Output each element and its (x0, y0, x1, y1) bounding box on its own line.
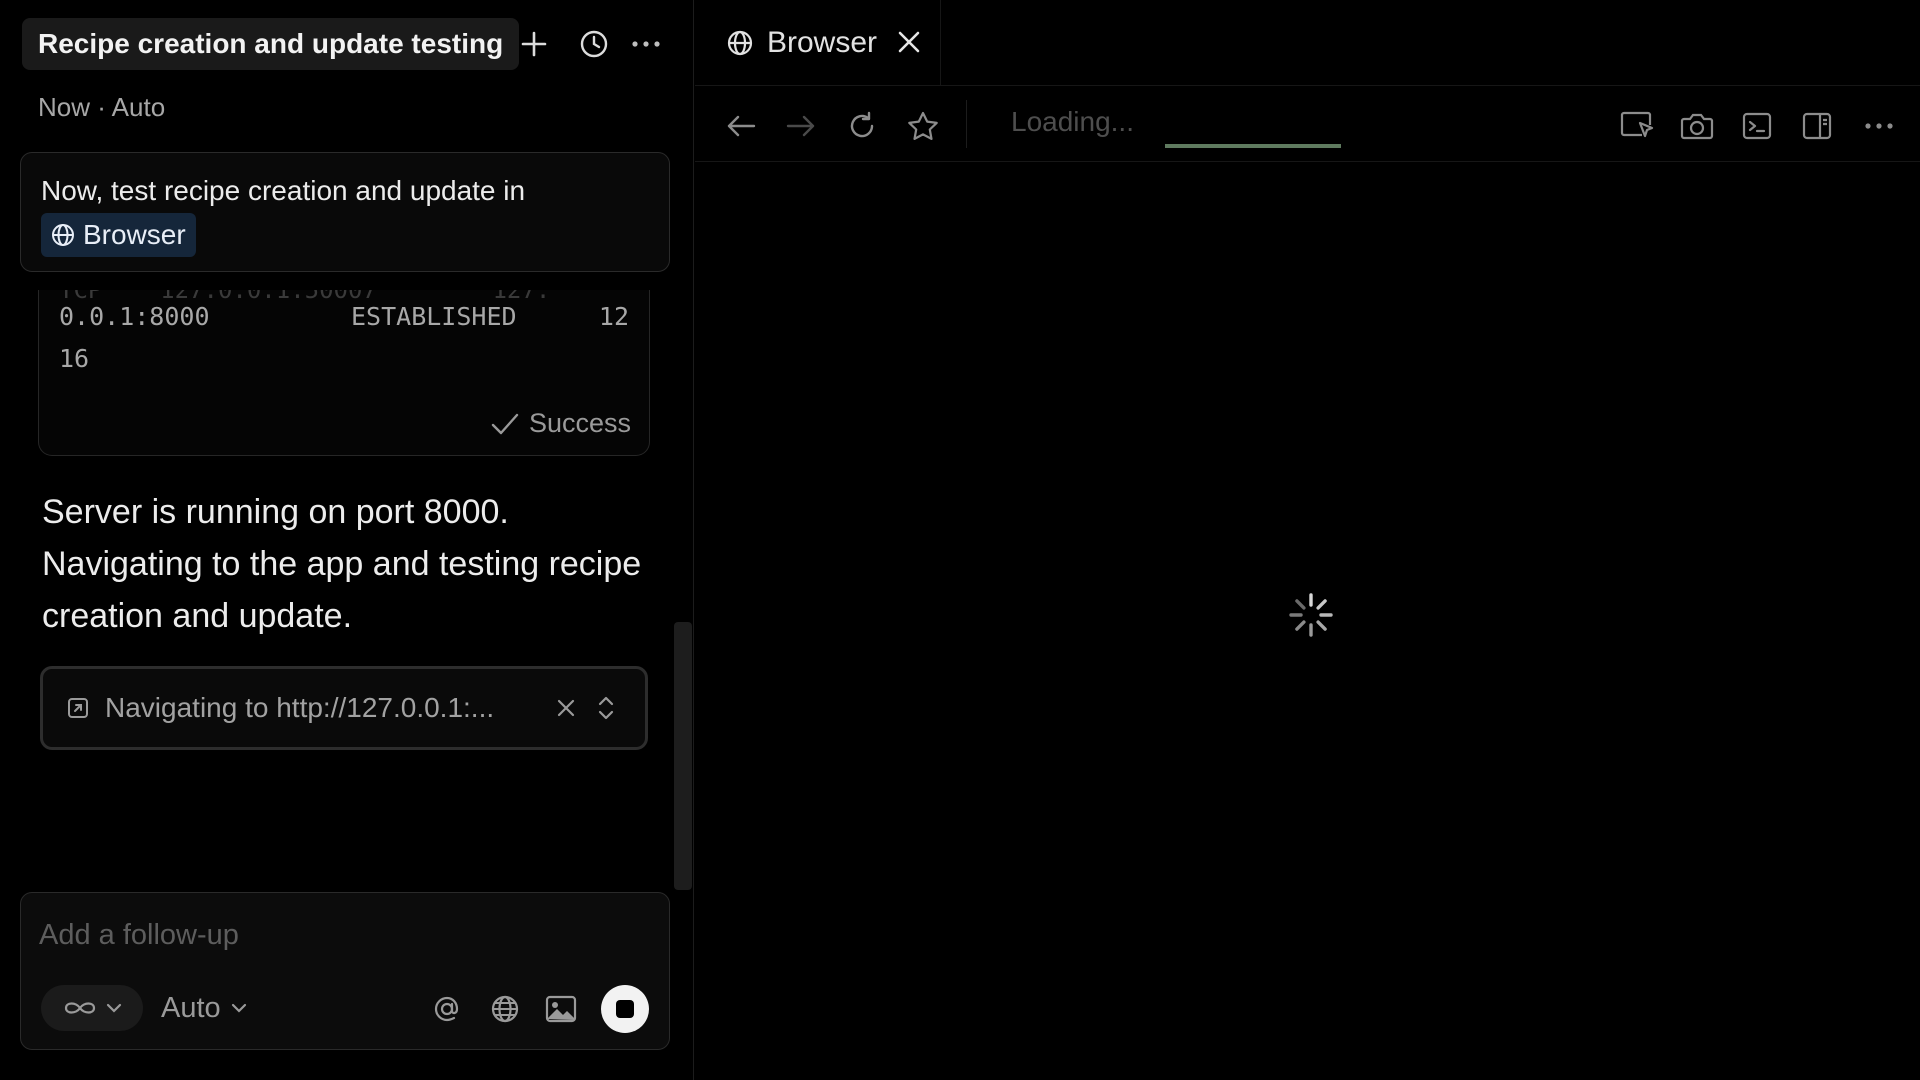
terminal-col-pid: 12 (598, 302, 629, 331)
tool-cancel-button[interactable] (557, 693, 575, 724)
close-tab-button[interactable] (897, 28, 921, 62)
console-button[interactable] (1735, 104, 1779, 148)
reload-button[interactable] (840, 104, 884, 148)
chat-subline: Now · Auto (38, 92, 166, 122)
browser-panel: Browser Loading... (695, 0, 1920, 1080)
ellipsis-icon (1865, 123, 1893, 129)
user-message[interactable]: Now, test recipe creation and update in … (20, 152, 670, 272)
terminal-line-2: 16 (59, 344, 90, 373)
app-window: Recipe creation and update testing Now ·… (0, 0, 1920, 1080)
bookmark-button[interactable] (901, 104, 945, 148)
mention-button[interactable] (425, 987, 469, 1031)
camera-icon (1680, 113, 1714, 140)
chat-title[interactable]: Recipe creation and update testing (22, 18, 520, 70)
model-select-label: Auto (161, 991, 221, 1024)
chat-panel: Recipe creation and update testing Now ·… (0, 0, 694, 1080)
page-load-progress (1165, 144, 1341, 148)
nav-separator (966, 100, 967, 148)
terminal-col-state: ESTABLISHED (351, 302, 517, 331)
stop-icon (616, 1000, 634, 1018)
plus-icon (521, 31, 547, 57)
at-icon (434, 996, 459, 1022)
composer: Auto (20, 892, 670, 1050)
browser-chip[interactable]: Browser (41, 213, 196, 257)
tool-call-label: Navigating to http://127.0.0.1:... (105, 692, 495, 723)
select-element-button[interactable] (1615, 104, 1659, 148)
cursor-select-icon (1620, 111, 1654, 138)
side-panel-button[interactable] (1795, 104, 1839, 148)
image-icon (545, 995, 577, 1023)
browser-viewport[interactable] (695, 163, 1920, 1080)
agent-mode-button[interactable] (41, 985, 143, 1031)
follow-up-input[interactable] (39, 915, 639, 955)
history-button[interactable] (572, 18, 616, 70)
check-icon (491, 413, 519, 434)
reload-icon (850, 111, 874, 138)
globe-icon (52, 224, 74, 246)
terminal-col-address: 0.0.1:8000 (59, 302, 210, 331)
arrow-left-icon (727, 115, 756, 137)
chat-scrollbar[interactable] (674, 622, 692, 890)
close-icon (898, 31, 920, 53)
external-link-icon (68, 698, 88, 718)
address-bar[interactable]: Loading... (1011, 106, 1134, 138)
spinner-icon (1289, 593, 1333, 637)
attach-image-button[interactable] (539, 987, 583, 1031)
chat-header: Recipe creation and update testing (22, 18, 520, 70)
browser-nav-bar: Loading... (695, 86, 1920, 162)
browser-tab[interactable]: Browser (695, 0, 941, 86)
web-search-button[interactable] (483, 987, 527, 1031)
ellipsis-icon (632, 41, 660, 47)
model-select[interactable]: Auto (161, 985, 247, 1031)
browser-tab-label: Browser (767, 26, 878, 59)
chevron-updown-icon (598, 696, 614, 720)
new-chat-button[interactable] (512, 18, 556, 70)
stop-button[interactable] (601, 985, 649, 1033)
chevron-down-icon (231, 1003, 246, 1013)
tool-expand-button[interactable] (591, 695, 621, 721)
globe-icon (491, 995, 519, 1023)
terminal-status: Success (491, 408, 631, 439)
close-icon (557, 699, 575, 716)
user-message-text: Now, test recipe creation and update in (41, 175, 526, 206)
forward-button[interactable] (779, 104, 823, 148)
globe-icon (727, 30, 753, 56)
browser-chip-label: Browser (83, 219, 186, 250)
terminal-icon (1742, 112, 1772, 140)
terminal-status-label: Success (528, 408, 631, 438)
more-options-button[interactable] (624, 18, 668, 70)
arrow-right-icon (786, 115, 815, 137)
panel-icon (1802, 112, 1832, 140)
chevron-down-icon (106, 1003, 122, 1013)
back-button[interactable] (719, 104, 763, 148)
tool-call-card[interactable]: Navigating to http://127.0.0.1:... (40, 666, 648, 750)
clock-icon (580, 30, 608, 58)
screenshot-button[interactable] (1675, 104, 1719, 148)
infinity-icon (64, 1002, 96, 1014)
star-icon (908, 111, 938, 140)
terminal-output: TCP 127.0.0.1:50007 127. 0.0.1:8000 ESTA… (38, 290, 650, 456)
browser-menu-button[interactable] (1857, 104, 1901, 148)
assistant-message: Server is running on port 8000. Navigati… (42, 493, 642, 635)
browser-tab-bar: Browser (695, 0, 1920, 86)
